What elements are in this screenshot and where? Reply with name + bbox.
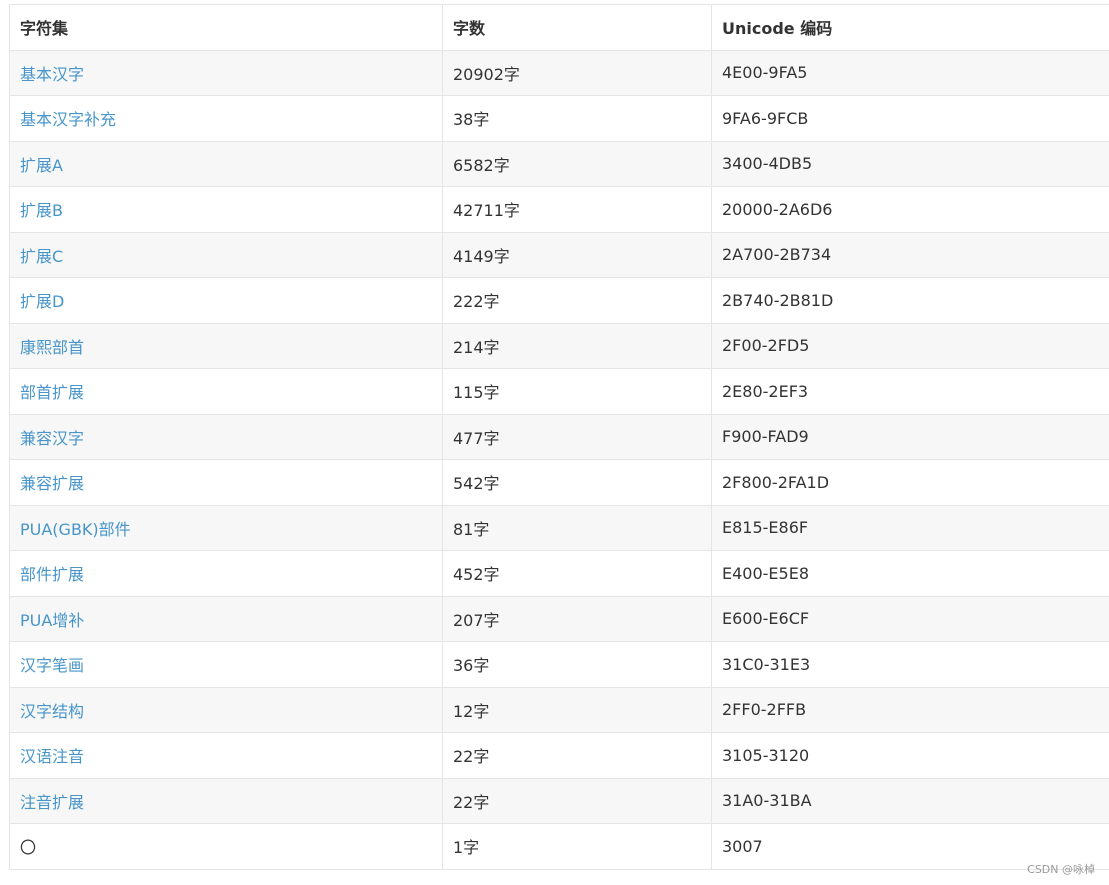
unicode-range-cell: 4E00-9FA5 — [711, 49, 1109, 96]
table-row: 扩展D 222字 2B740-2B81D — [9, 277, 1109, 324]
table-row: PUA增补 207字 E600-E6CF — [9, 595, 1109, 642]
unicode-range-cell: 2B740-2B81D — [711, 277, 1109, 324]
table-row: 扩展C 4149字 2A700-2B734 — [9, 231, 1109, 278]
charset-name-link[interactable]: 扩展A — [9, 140, 443, 187]
table-row: 康熙部首 214字 2F00-2FD5 — [9, 322, 1109, 369]
char-count-cell: 452字 — [442, 550, 712, 597]
header-row: 字符集 字数 Unicode 编码 — [9, 4, 1109, 51]
charset-name-link[interactable]: 兼容汉字 — [9, 413, 443, 460]
header-count: 字数 — [442, 4, 712, 51]
char-count-cell: 115字 — [442, 368, 712, 415]
watermark: CSDN @咏棹 — [1027, 863, 1095, 876]
char-count-cell: 81字 — [442, 504, 712, 551]
unicode-range-cell: E400-E5E8 — [711, 550, 1109, 597]
charset-table: 字符集 字数 Unicode 编码 基本汉字 20902字 4E00-9FA5 基本汉… — [9, 4, 1109, 870]
charset-name-link[interactable]: 注音扩展 — [9, 777, 443, 824]
table-row: 汉字结构 12字 2FF0-2FFB — [9, 686, 1109, 733]
char-count-cell: 22字 — [442, 732, 712, 779]
char-count-cell: 477字 — [442, 413, 712, 460]
header-charset: 字符集 — [9, 4, 443, 51]
char-count-cell: 36字 — [442, 641, 712, 688]
char-count-cell: 12字 — [442, 686, 712, 733]
char-count-cell: 1字 — [442, 823, 712, 870]
unicode-range-cell: 3400-4DB5 — [711, 140, 1109, 187]
charset-name-link[interactable]: 汉字笔画 — [9, 641, 443, 688]
unicode-range-cell: 3105-3120 — [711, 732, 1109, 779]
charset-name-link[interactable]: 部首扩展 — [9, 368, 443, 415]
table-row: 汉语注音 22字 3105-3120 — [9, 732, 1109, 779]
table-row: 兼容汉字 477字 F900-FAD9 — [9, 413, 1109, 460]
table-row: 〇 1字 3007 — [9, 823, 1109, 870]
unicode-range-cell: E600-E6CF — [711, 595, 1109, 642]
char-count-cell: 38字 — [442, 95, 712, 142]
table-row: 兼容扩展 542字 2F800-2FA1D — [9, 459, 1109, 506]
table-row: PUA(GBK)部件 81字 E815-E86F — [9, 504, 1109, 551]
table-row: 扩展B 42711字 20000-2A6D6 — [9, 186, 1109, 233]
charset-name-link[interactable]: 康熙部首 — [9, 322, 443, 369]
char-count-cell: 6582字 — [442, 140, 712, 187]
unicode-range-cell: E815-E86F — [711, 504, 1109, 551]
table-row: 扩展A 6582字 3400-4DB5 — [9, 140, 1109, 187]
charset-name-link[interactable]: 扩展D — [9, 277, 443, 324]
table-row: 基本汉字 20902字 4E00-9FA5 — [9, 49, 1109, 96]
charset-name-link[interactable]: 扩展B — [9, 186, 443, 233]
table-row: 部首扩展 115字 2E80-2EF3 — [9, 368, 1109, 415]
table-row: 注音扩展 22字 31A0-31BA — [9, 777, 1109, 824]
unicode-range-cell: F900-FAD9 — [711, 413, 1109, 460]
charset-name-link[interactable]: 扩展C — [9, 231, 443, 278]
charset-name-link[interactable]: PUA(GBK)部件 — [9, 504, 443, 551]
unicode-range-cell: 2F800-2FA1D — [711, 459, 1109, 506]
charset-name-link[interactable]: 兼容扩展 — [9, 459, 443, 506]
table-row: 部件扩展 452字 E400-E5E8 — [9, 550, 1109, 597]
table-row: 基本汉字补充 38字 9FA6-9FCB — [9, 95, 1109, 142]
unicode-range-cell: 20000-2A6D6 — [711, 186, 1109, 233]
unicode-range-cell: 2F00-2FD5 — [711, 322, 1109, 369]
char-count-cell: 214字 — [442, 322, 712, 369]
char-count-cell: 22字 — [442, 777, 712, 824]
unicode-range-cell: 9FA6-9FCB — [711, 95, 1109, 142]
char-count-cell: 4149字 — [442, 231, 712, 278]
char-count-cell: 20902字 — [442, 49, 712, 96]
table-header: 字符集 字数 Unicode 编码 — [9, 4, 1109, 51]
table-row: 汉字笔画 36字 31C0-31E3 — [9, 641, 1109, 688]
char-count-cell: 542字 — [442, 459, 712, 506]
unicode-range-cell: 2E80-2EF3 — [711, 368, 1109, 415]
charset-name-link: 〇 — [9, 823, 443, 870]
unicode-range-cell: 2FF0-2FFB — [711, 686, 1109, 733]
charset-name-link[interactable]: 汉字结构 — [9, 686, 443, 733]
unicode-range-cell: 31A0-31BA — [711, 777, 1109, 824]
unicode-range-cell: 2A700-2B734 — [711, 231, 1109, 278]
char-count-cell: 222字 — [442, 277, 712, 324]
charset-name-link[interactable]: 汉语注音 — [9, 732, 443, 779]
table-body: 基本汉字 20902字 4E00-9FA5 基本汉字补充 38字 9FA6-9FCB 扩展A… — [9, 49, 1109, 870]
header-unicode: Unicode 编码 — [711, 4, 1109, 51]
char-count-cell: 42711字 — [442, 186, 712, 233]
charset-name-link[interactable]: 基本汉字 — [9, 49, 443, 96]
charset-name-link[interactable]: 部件扩展 — [9, 550, 443, 597]
charset-name-link[interactable]: 基本汉字补充 — [9, 95, 443, 142]
charset-name-link[interactable]: PUA增补 — [9, 595, 443, 642]
page: 字符集 字数 Unicode 编码 基本汉字 20902字 4E00-9FA5 基本汉… — [0, 0, 1109, 885]
unicode-range-cell: 31C0-31E3 — [711, 641, 1109, 688]
char-count-cell: 207字 — [442, 595, 712, 642]
